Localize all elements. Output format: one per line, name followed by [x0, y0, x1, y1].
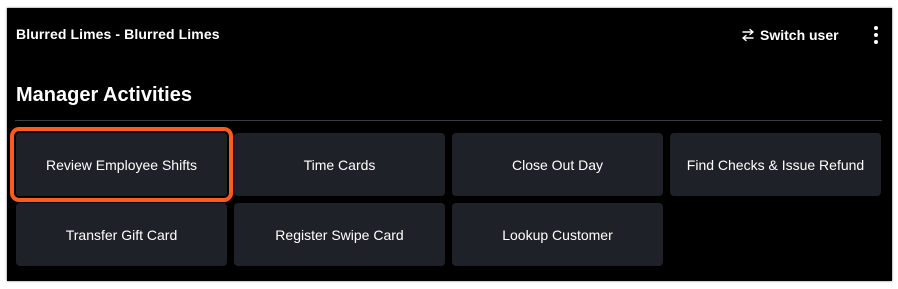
top-bar: Blurred Limes - Blurred Limes Switch use… [7, 8, 892, 63]
switch-user-button[interactable]: Switch user [741, 24, 839, 46]
swap-arrows-icon [742, 28, 754, 42]
store-name: Blurred Limes - Blurred Limes [16, 26, 220, 42]
review-employee-shifts-button[interactable]: Review Employee Shifts [10, 127, 233, 202]
close-out-day-button[interactable]: Close Out Day [452, 133, 663, 196]
more-vertical-icon[interactable] [869, 22, 883, 48]
find-checks-issue-refund-button[interactable]: Find Checks & Issue Refund [670, 133, 881, 196]
activities-grid: Review Employee Shifts Time Cards Close … [10, 127, 882, 266]
section-title: Manager Activities [16, 84, 192, 106]
transfer-gift-card-button[interactable]: Transfer Gift Card [16, 203, 227, 266]
switch-user-label: Switch user [760, 27, 839, 43]
time-cards-button[interactable]: Time Cards [234, 133, 445, 196]
divider [15, 120, 882, 121]
app-window: Blurred Limes - Blurred Limes Switch use… [7, 8, 892, 281]
lookup-customer-button[interactable]: Lookup Customer [452, 203, 663, 266]
register-swipe-card-button[interactable]: Register Swipe Card [234, 203, 445, 266]
